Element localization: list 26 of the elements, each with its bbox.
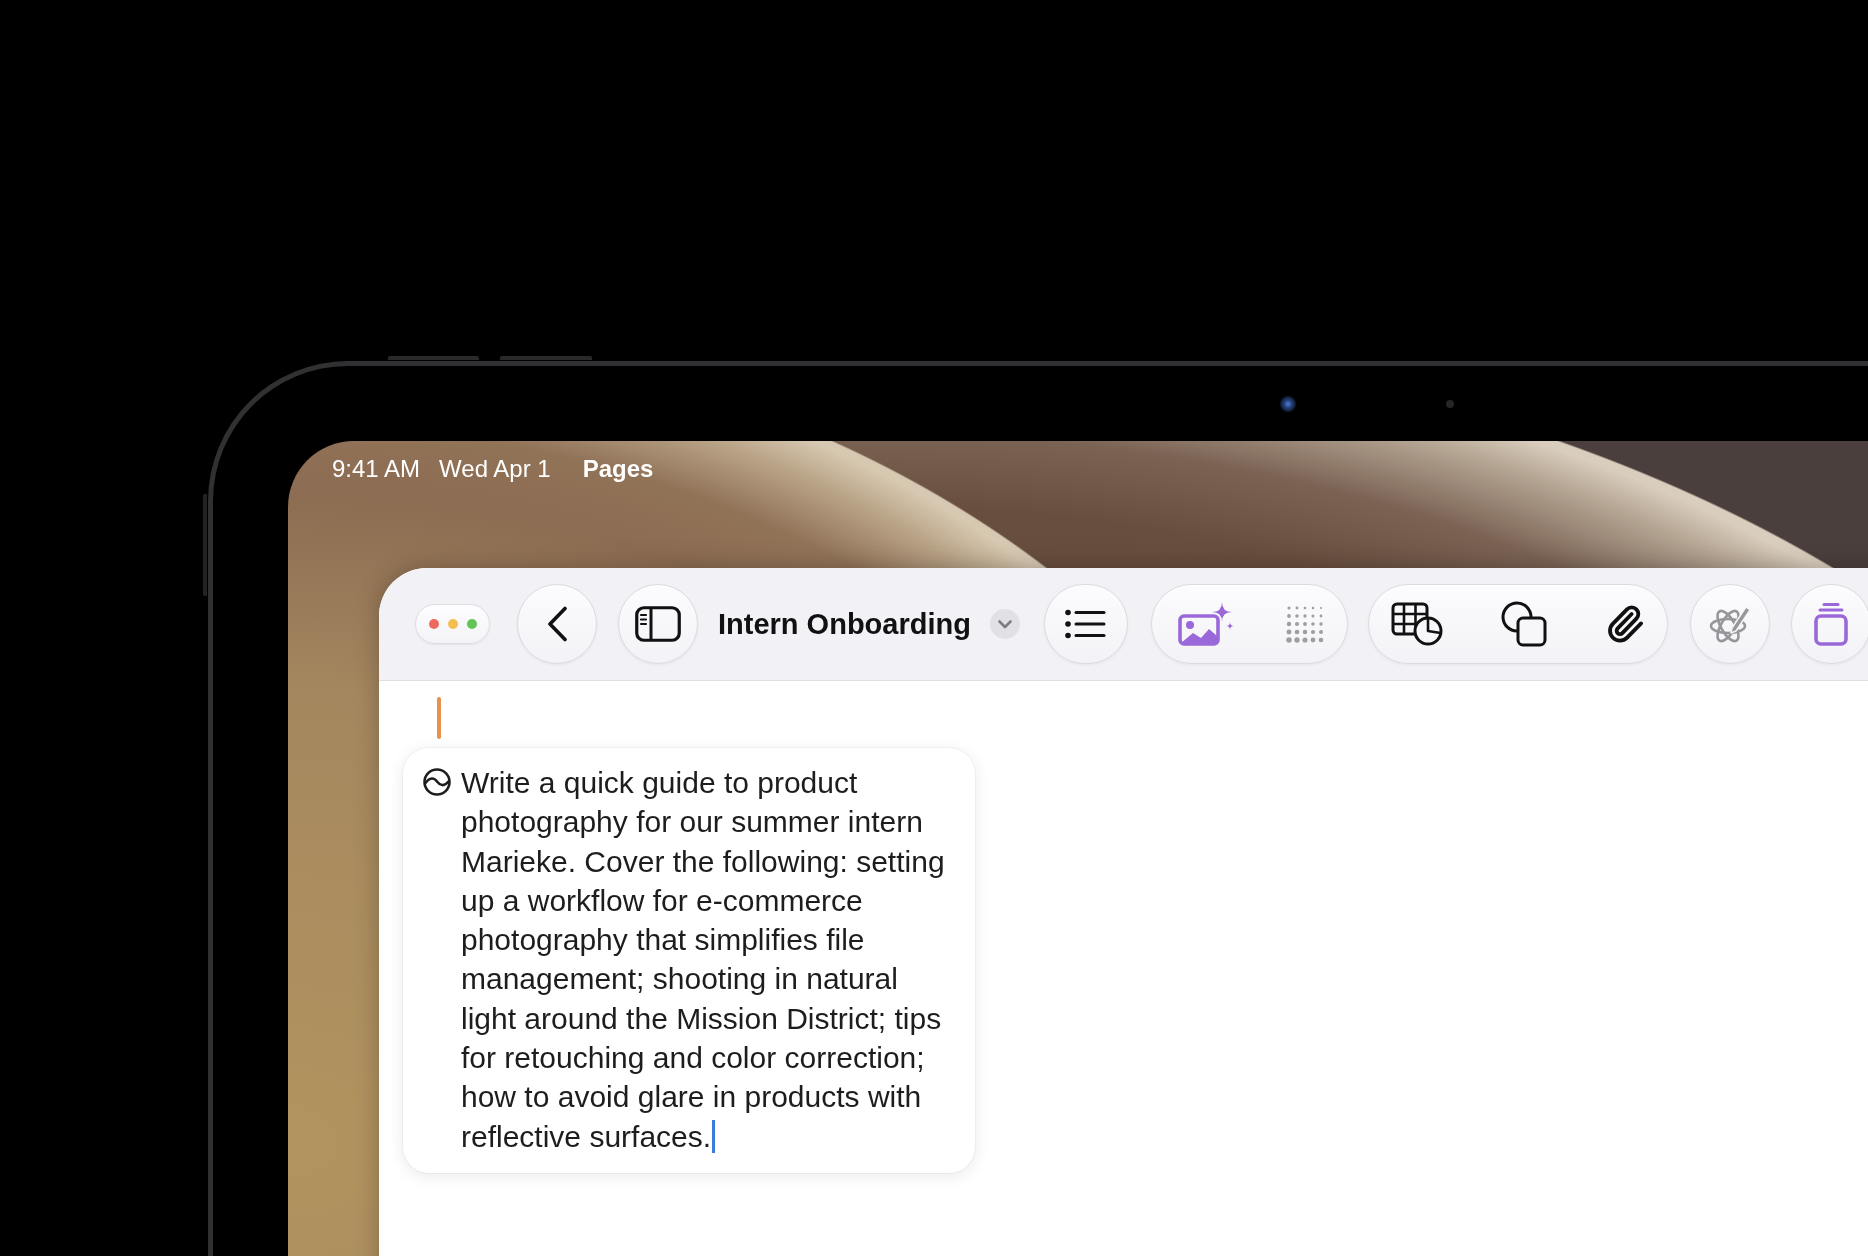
dot-grid-button[interactable]: [1284, 604, 1325, 644]
shapes-button[interactable]: [1500, 601, 1547, 647]
status-app-name: Pages: [582, 454, 654, 484]
table-chart-button[interactable]: [1390, 602, 1443, 646]
minimize-dot-icon: [448, 619, 458, 629]
window-controls-button[interactable]: [415, 604, 490, 644]
shapes-icon: [1500, 601, 1547, 647]
sidebar-icon: [635, 606, 681, 642]
insertion-cursor: [437, 697, 441, 739]
table-pie-chart-icon: [1390, 602, 1443, 646]
chevron-left-icon: [546, 606, 568, 642]
document-title-button[interactable]: Intern Onboarding: [718, 606, 1020, 642]
stack-icon: [1813, 602, 1848, 646]
list-icon: [1065, 609, 1107, 639]
chevron-down-icon: [989, 609, 1020, 639]
image-sparkles-icon: [1177, 602, 1234, 646]
image-sparkles-button[interactable]: [1177, 602, 1234, 646]
dot-grid-icon: [1284, 604, 1325, 644]
camera-lens-icon: [1280, 396, 1296, 412]
circle-wave-icon: [423, 768, 451, 796]
prompt-text: Write a quick guide to product photography for our summer intern Marieke. Cover the following: setting up a workflow for e-commerce photography that simplifies file management; shooting in natural light around the Mission District; tips for retouching and color correction; how to avoid glare in products with reflective surfaces.: [461, 765, 946, 1155]
status-time: 9:41 AM: [332, 454, 421, 484]
close-dot-icon: [429, 619, 439, 629]
sensor-dot-icon: [1446, 400, 1454, 408]
fullscreen-dot-icon: [467, 619, 477, 629]
status-date: Wed Apr 1: [439, 454, 551, 484]
